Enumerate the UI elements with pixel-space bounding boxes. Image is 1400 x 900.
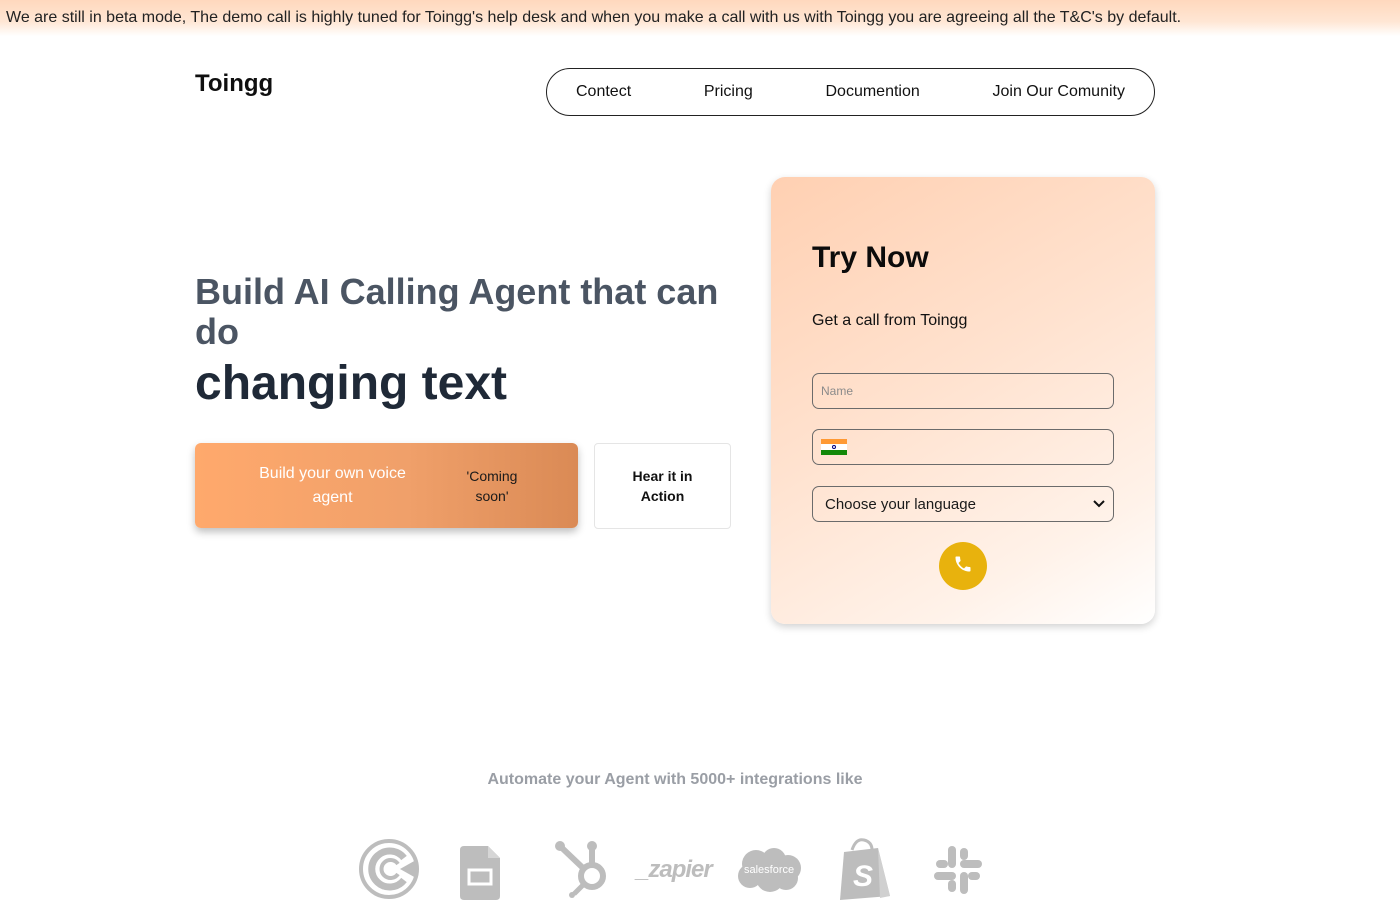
language-select[interactable]: Choose your language [812, 486, 1114, 522]
phone-icon [953, 554, 973, 579]
shopify-icon: S [838, 838, 892, 900]
integrations-title: Automate your Agent with 5000+ integrati… [487, 771, 863, 788]
nav-item-documentation[interactable]: Documention [825, 83, 919, 101]
language-select-value: Choose your language [825, 495, 976, 513]
zapier-icon: _zapier [636, 856, 713, 883]
coming-soon-badge: 'Coming soon' [466, 467, 518, 504]
salesforce-label: salesforce [744, 864, 795, 876]
beta-banner: We are still in beta mode, The demo call… [0, 0, 1400, 36]
hubspot-icon [554, 840, 610, 900]
google-sheets-icon [460, 846, 500, 900]
integration-logos: _zapier salesforce S [358, 838, 988, 900]
circular-c-logo-icon [358, 838, 420, 900]
phone-field[interactable] [812, 429, 1114, 465]
slack-icon [932, 844, 984, 900]
hero-title: Build AI Calling Agent that can do [195, 271, 719, 352]
india-flag-icon[interactable] [821, 439, 847, 455]
nav-item-contact[interactable]: Contect [576, 83, 631, 101]
build-voice-agent-label: Build your own voice agent [259, 464, 406, 506]
chevron-down-icon [1093, 497, 1105, 511]
nav-item-pricing[interactable]: Pricing [704, 83, 753, 101]
main-nav: Contect Pricing Documention Join Our Com… [546, 68, 1155, 116]
try-now-card: Try Now Get a call from Toingg Choose yo… [771, 177, 1155, 624]
hear-it-in-action-button[interactable]: Hear it in Action [594, 443, 731, 529]
hero-changing-text: changing text [195, 357, 508, 410]
try-now-subtitle: Get a call from Toingg [812, 312, 968, 329]
name-input[interactable] [812, 373, 1114, 409]
try-now-title: Try Now [812, 241, 929, 274]
svg-text:S: S [853, 860, 873, 893]
nav-item-community[interactable]: Join Our Comunity [992, 83, 1125, 101]
site-logo[interactable]: Toingg [195, 70, 273, 98]
build-voice-agent-button[interactable]: Build your own voice agent 'Coming soon' [195, 443, 578, 528]
phone-input[interactable] [853, 430, 1113, 464]
call-button[interactable] [939, 542, 987, 590]
